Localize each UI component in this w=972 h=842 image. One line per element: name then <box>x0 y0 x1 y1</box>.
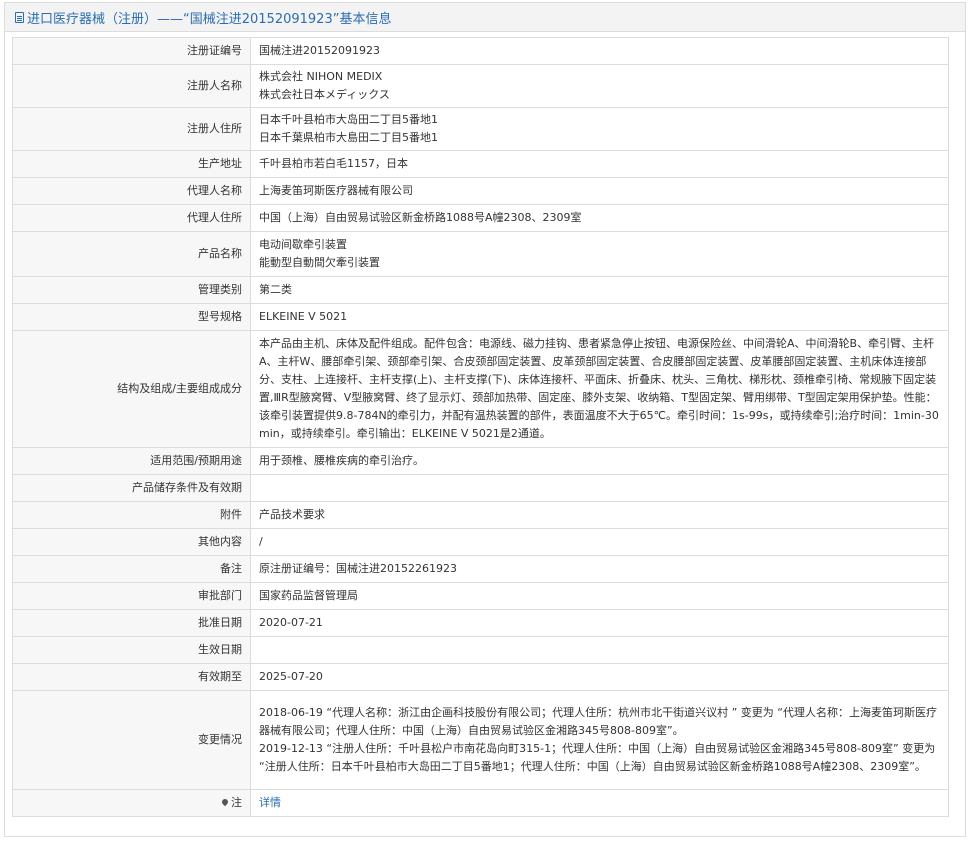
row-value: 2025-07-20 <box>250 663 949 691</box>
panel-header: 进口医疗器械（注册）——“国械注进20152091923”基本信息 <box>5 3 965 32</box>
table-row: 产品储存条件及有效期 <box>12 474 949 502</box>
change-entry: 2018-06-19 “代理人名称：浙江由企画科技股份有限公司；代理人住所：杭州… <box>259 706 938 737</box>
table-row: 代理人住所 中国（上海）自由贸易试验区新金桥路1088号A幢2308、2309室 <box>12 204 949 232</box>
page-title: 进口医疗器械（注册）——“国械注进20152091923”基本信息 <box>27 11 392 27</box>
row-label: 其他内容 <box>12 528 251 556</box>
row-value: 原注册证编号：国械注进20152261923 <box>250 555 949 583</box>
pin-icon <box>220 797 230 807</box>
row-value: 2018-06-19 “代理人名称：浙江由企画科技股份有限公司；代理人住所：杭州… <box>250 690 949 790</box>
row-value: / <box>250 528 949 556</box>
row-value: 国械注进20152091923 <box>250 37 949 65</box>
row-label: 注册人名称 <box>12 64 251 108</box>
row-value <box>250 474 949 502</box>
row-label: 生效日期 <box>12 636 251 664</box>
row-label: 代理人住所 <box>12 204 251 232</box>
row-label: 变更情况 <box>12 690 251 790</box>
table-row: 批准日期 2020-07-21 <box>12 609 949 637</box>
row-value: ELKEINE V 5021 <box>250 303 949 331</box>
value-line: 株式会社日本メディックス <box>259 88 390 101</box>
row-value: 用于颈椎、腰椎疾病的牵引治疗。 <box>250 447 949 475</box>
row-label: 备注 <box>12 555 251 583</box>
row-value: 日本千叶县柏市大岛田二丁目5番地1 日本千葉県柏市大島田二丁目5番地1 <box>250 107 949 151</box>
value-line: 日本千叶县柏市大岛田二丁目5番地1 <box>259 113 438 126</box>
change-entry: 2019-12-13 “注册人住所：千叶县松户市南花岛向町315-1；代理人住所… <box>259 742 936 773</box>
table-row: 产品名称 电动间歇牵引装置 能動型自動間欠牽引装置 <box>12 231 949 277</box>
value-line: 株式会社 NIHON MEDIX <box>259 70 383 83</box>
table-row: 注册人名称 株式会社 NIHON MEDIX 株式会社日本メディックス <box>12 64 949 108</box>
row-value: 株式会社 NIHON MEDIX 株式会社日本メディックス <box>250 64 949 108</box>
table-row: 生产地址 千叶县柏市若白毛1157，日本 <box>12 150 949 178</box>
value-line: 日本千葉県柏市大島田二丁目5番地1 <box>259 131 438 144</box>
row-label: 产品名称 <box>12 231 251 277</box>
table-row: 管理类别 第二类 <box>12 276 949 304</box>
row-label: 批准日期 <box>12 609 251 637</box>
table-row: 代理人名称 上海麦笛珂斯医疗器械有限公司 <box>12 177 949 205</box>
row-label: 审批部门 <box>12 582 251 610</box>
row-label: 代理人名称 <box>12 177 251 205</box>
row-label: 适用范围/预期用途 <box>12 447 251 475</box>
row-value: 本产品由主机、床体及配件组成。配件包含：电源线、磁力挂钩、患者紧急停止按钮、电源… <box>250 330 949 448</box>
table-row: 注 详情 <box>12 789 949 817</box>
details-link[interactable]: 详情 <box>259 796 281 809</box>
row-value: 2020-07-21 <box>250 609 949 637</box>
table-row: 附件 产品技术要求 <box>12 501 949 529</box>
value-line: 能動型自動間欠牽引装置 <box>259 256 380 269</box>
row-label: 注 <box>12 789 251 817</box>
row-label: 结构及组成/主要组成成分 <box>12 330 251 448</box>
row-value: 千叶县柏市若白毛1157，日本 <box>250 150 949 178</box>
table-row: 注册证编号 国械注进20152091923 <box>12 37 949 65</box>
row-label: 注册人住所 <box>12 107 251 151</box>
row-value: 上海麦笛珂斯医疗器械有限公司 <box>250 177 949 205</box>
row-value: 国家药品监督管理局 <box>250 582 949 610</box>
table-row: 有效期至 2025-07-20 <box>12 663 949 691</box>
row-value: 中国（上海）自由贸易试验区新金桥路1088号A幢2308、2309室 <box>250 204 949 232</box>
table-row: 审批部门 国家药品监督管理局 <box>12 582 949 610</box>
table-row: 变更情况 2018-06-19 “代理人名称：浙江由企画科技股份有限公司；代理人… <box>12 690 949 790</box>
table-row: 适用范围/预期用途 用于颈椎、腰椎疾病的牵引治疗。 <box>12 447 949 475</box>
row-label: 注册证编号 <box>12 37 251 65</box>
row-value: 详情 <box>250 789 949 817</box>
row-value: 电动间歇牵引装置 能動型自動間欠牽引装置 <box>250 231 949 277</box>
note-label: 注 <box>231 796 242 809</box>
row-label: 有效期至 <box>12 663 251 691</box>
table-row: 注册人住所 日本千叶县柏市大岛田二丁目5番地1 日本千葉県柏市大島田二丁目5番地… <box>12 107 949 151</box>
document-icon <box>15 11 24 23</box>
value-line: 电动间歇牵引装置 <box>259 238 347 251</box>
table-row: 结构及组成/主要组成成分 本产品由主机、床体及配件组成。配件包含：电源线、磁力挂… <box>12 330 949 448</box>
table-row: 型号规格 ELKEINE V 5021 <box>12 303 949 331</box>
row-label: 管理类别 <box>12 276 251 304</box>
row-value: 第二类 <box>250 276 949 304</box>
table-row: 其他内容 / <box>12 528 949 556</box>
row-label: 型号规格 <box>12 303 251 331</box>
row-label: 产品储存条件及有效期 <box>12 474 251 502</box>
table-row: 备注 原注册证编号：国械注进20152261923 <box>12 555 949 583</box>
table-row: 生效日期 <box>12 636 949 664</box>
row-label: 生产地址 <box>12 150 251 178</box>
row-label: 附件 <box>12 501 251 529</box>
row-value <box>250 636 949 664</box>
info-table: 注册证编号 国械注进20152091923 注册人名称 株式会社 NIHON M… <box>12 37 949 817</box>
row-value: 产品技术要求 <box>250 501 949 529</box>
